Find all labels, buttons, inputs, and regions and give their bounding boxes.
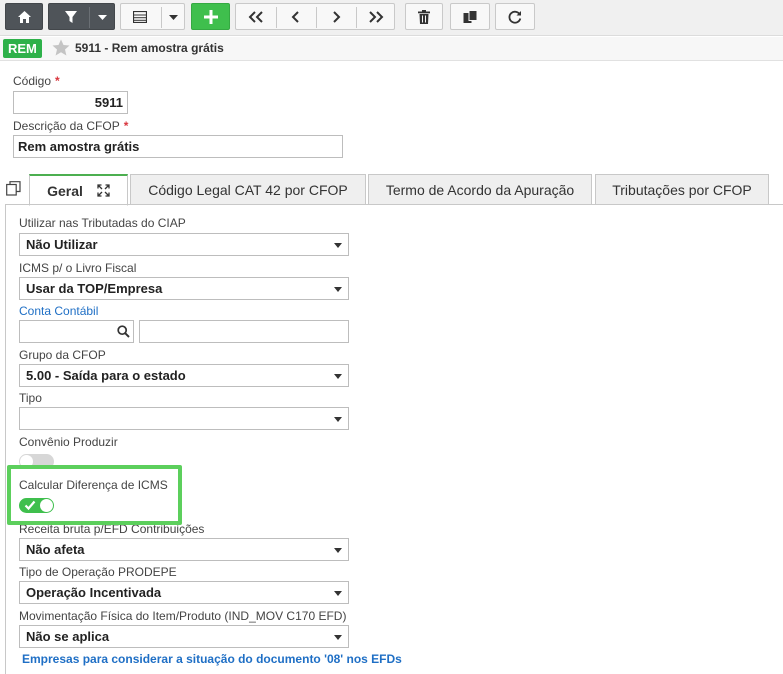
- add-button[interactable]: [191, 3, 230, 30]
- tipo-label: Tipo: [19, 391, 42, 405]
- grupo-cfop-value: 5.00 - Saída para o estado: [26, 368, 186, 383]
- movimentacao-fisica-value: Não se aplica: [26, 629, 110, 644]
- chevron-left-icon: [291, 10, 299, 23]
- caret-down-icon: [334, 591, 342, 596]
- receita-bruta-select[interactable]: Não afeta: [19, 538, 349, 561]
- last-record-button[interactable]: [356, 4, 396, 29]
- expand-icon[interactable]: [97, 184, 110, 197]
- prodepe-select[interactable]: Operação Incentivada: [19, 581, 349, 604]
- icms-livro-select[interactable]: Usar da TOP/Empresa: [19, 277, 349, 300]
- movimentacao-fisica-label: Movimentação Física do Item/Produto (IND…: [19, 609, 347, 623]
- tab-geral[interactable]: Geral: [29, 174, 128, 206]
- tab-termo-acordo-apuracao[interactable]: Termo de Acordo da Apuração: [368, 174, 592, 205]
- required-mark: *: [123, 119, 129, 133]
- descricao-input[interactable]: Rem amostra grátis: [13, 135, 343, 158]
- first-record-button[interactable]: [236, 4, 276, 29]
- status-badge: REM: [3, 39, 42, 58]
- empresas-efd-link[interactable]: Empresas para considerar a situação do d…: [22, 652, 402, 666]
- tab-tributacoes-por-cfop[interactable]: Tributações por CFOP: [595, 174, 769, 205]
- duplicate-button[interactable]: [450, 3, 490, 30]
- search-icon[interactable]: [117, 325, 130, 338]
- page-title: 5911 - Rem amostra grátis: [75, 41, 224, 55]
- copy-window-icon[interactable]: [6, 181, 21, 196]
- home-button[interactable]: [5, 3, 43, 30]
- grupo-cfop-label: Grupo da CFOP: [19, 348, 106, 362]
- double-chevron-right-icon: [369, 10, 384, 23]
- convenio-produzir-label: Convênio Produzir: [19, 435, 118, 449]
- caret-down-icon: [334, 243, 342, 248]
- navigation-group: [235, 3, 395, 30]
- conta-contabil-desc-input[interactable]: [139, 320, 349, 343]
- ciap-value: Não Utilizar: [26, 237, 98, 252]
- tipo-select[interactable]: [19, 407, 349, 430]
- codigo-input[interactable]: 5911: [13, 91, 128, 114]
- caret-down-icon: [334, 548, 342, 553]
- grid-icon: [133, 11, 147, 23]
- ciap-label: Utilizar nas Tributadas do CIAP: [19, 216, 186, 230]
- grid-view-button[interactable]: [120, 3, 185, 30]
- highlight-box: [7, 465, 182, 525]
- chevron-right-icon: [333, 10, 341, 23]
- tab-codigo-legal-cat42[interactable]: Código Legal CAT 42 por CFOP: [130, 174, 366, 205]
- home-icon: [17, 10, 31, 23]
- trash-icon: [418, 9, 430, 24]
- previous-record-button[interactable]: [276, 4, 316, 29]
- conta-contabil-link[interactable]: Conta Contábil: [19, 304, 98, 318]
- caret-down-icon: [334, 635, 342, 640]
- descricao-label: Descrição da CFOP *: [13, 119, 129, 133]
- caret-down-icon: [334, 374, 342, 379]
- plus-icon: [203, 9, 218, 24]
- toolbar: [0, 0, 783, 36]
- receita-bruta-value: Não afeta: [26, 542, 85, 557]
- filter-button[interactable]: [48, 3, 115, 30]
- grupo-cfop-select[interactable]: 5.00 - Saída para o estado: [19, 364, 349, 387]
- prodepe-value: Operação Incentivada: [26, 585, 162, 600]
- caret-down-icon: [334, 417, 342, 422]
- chevron-down-icon: [98, 15, 107, 20]
- chevron-down-icon: [169, 15, 178, 20]
- favorite-star-icon[interactable]: [52, 39, 70, 56]
- double-chevron-left-icon: [248, 10, 263, 23]
- ciap-select[interactable]: Não Utilizar: [19, 233, 349, 256]
- prodepe-label: Tipo de Operação PRODEPE: [19, 565, 177, 579]
- required-mark: *: [55, 74, 60, 88]
- next-record-button[interactable]: [316, 4, 356, 29]
- codigo-label: Código *: [13, 74, 60, 88]
- icms-livro-value: Usar da TOP/Empresa: [26, 281, 163, 296]
- copy-icon: [463, 9, 477, 23]
- icms-livro-label: ICMS p/ o Livro Fiscal: [19, 261, 137, 275]
- delete-button[interactable]: [405, 3, 443, 30]
- caret-down-icon: [334, 287, 342, 292]
- refresh-button[interactable]: [495, 3, 535, 30]
- tab-label: Geral: [47, 182, 83, 199]
- title-row: REM 5911 - Rem amostra grátis: [0, 37, 783, 61]
- movimentacao-fisica-select[interactable]: Não se aplica: [19, 625, 349, 648]
- filter-icon: [64, 10, 77, 23]
- refresh-icon: [508, 10, 522, 24]
- conta-contabil-code-input[interactable]: [19, 320, 134, 343]
